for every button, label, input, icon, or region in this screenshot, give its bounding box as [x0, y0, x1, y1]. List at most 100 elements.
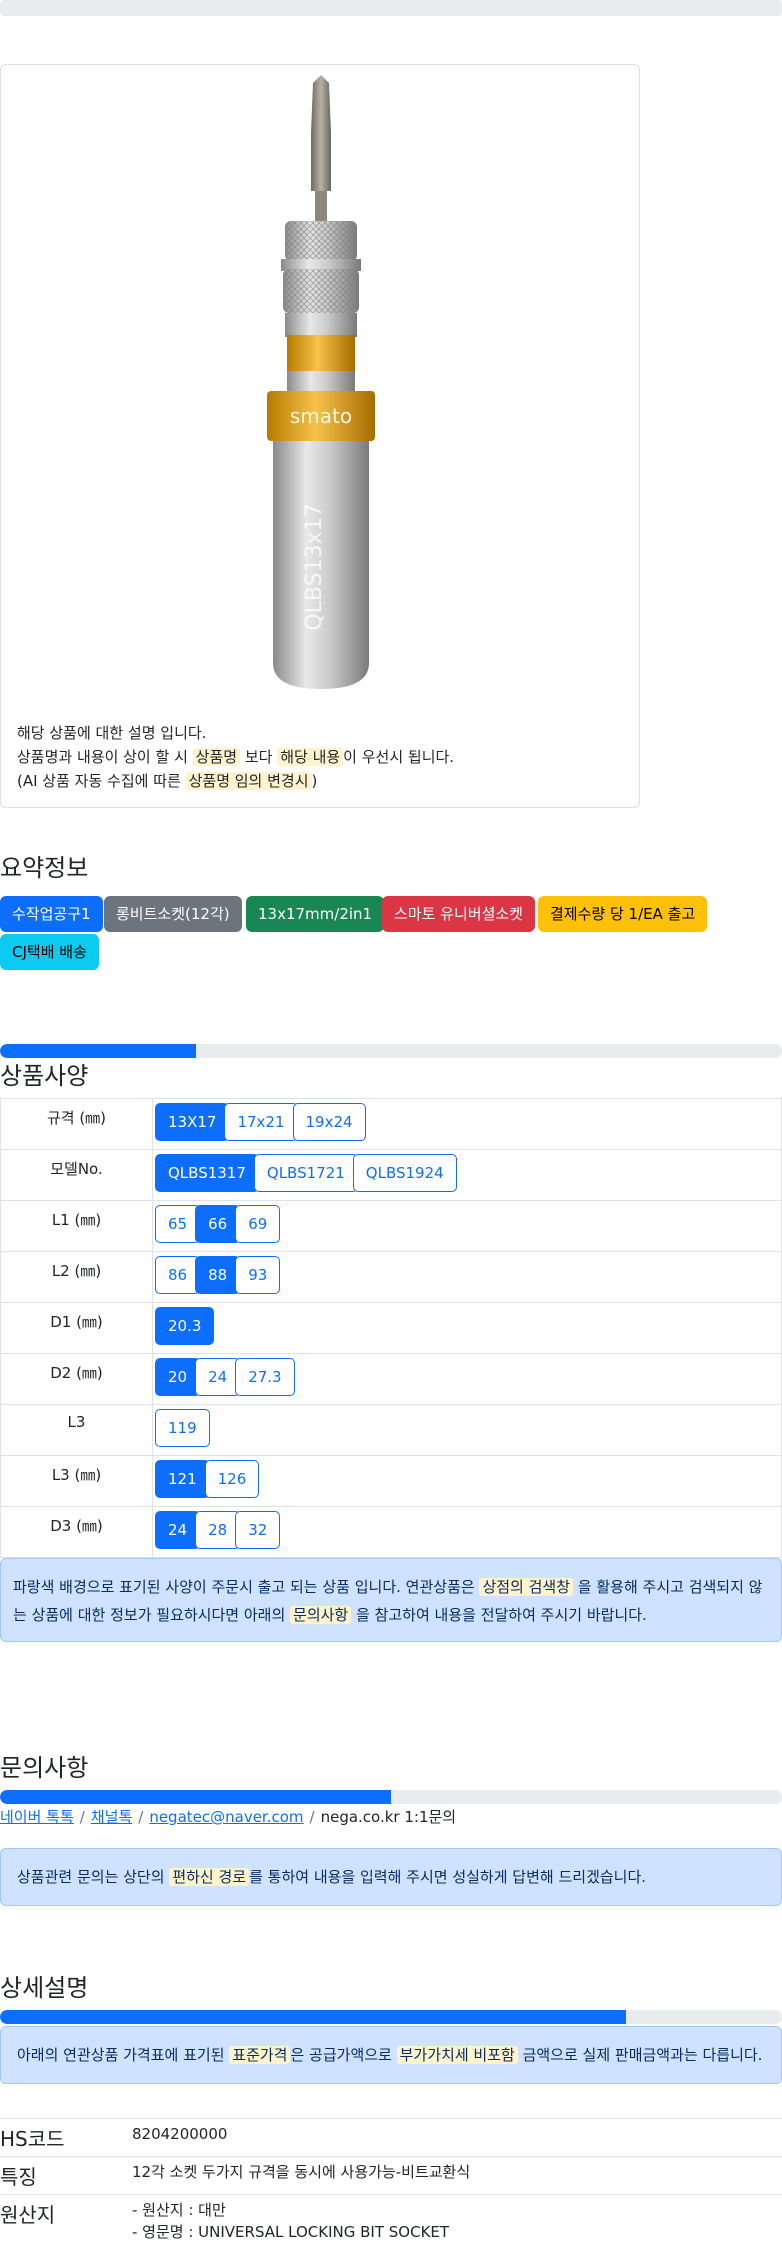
spec-option-button[interactable]: 28	[195, 1511, 240, 1549]
highlight-text: 문의사항	[290, 1606, 351, 1624]
contact-text: nega.co.kr 1:1문의	[321, 1808, 457, 1826]
contact-link[interactable]: 네이버 톡톡	[0, 1808, 74, 1826]
contact-link[interactable]: negatec@naver.com	[149, 1808, 303, 1826]
inquiry-progress	[0, 1790, 782, 1804]
detail-info-table: HS코드8204200000특징12각 소켓 두가지 규격을 동시에 사용가능-…	[0, 2118, 782, 2247]
text-segment: 를 통하여 내용을 입력해 주시면 성실하게 답변해 드리겠습니다.	[249, 1868, 646, 1886]
info-value: - 원산지 : 대만- 영문명 : UNIVERSAL LOCKING BIT …	[132, 2195, 782, 2247]
spec-option-button[interactable]: 24	[195, 1358, 240, 1396]
spec-option-button[interactable]: 13X17	[155, 1103, 229, 1141]
highlight-text: 상품명 임의 변경시	[186, 772, 312, 790]
spec-option-button[interactable]: 66	[195, 1205, 240, 1243]
product-card: smato QLBS13x17 해당 상품에 대한 설명 입니다. 상품명과 내용…	[0, 64, 640, 808]
spec-table: 규격 (㎜)13X1717x2119x24모델No.QLBS1317QLBS17…	[0, 1098, 782, 1558]
spec-options: 868893	[153, 1252, 782, 1303]
text-segment: 아래의 연관상품 가격표에 표기된	[17, 2046, 229, 2064]
info-value-line: 8204200000	[132, 2123, 782, 2145]
spec-option-button[interactable]: QLBS1317	[155, 1154, 259, 1192]
info-key: HS코드	[0, 2119, 132, 2157]
text-segment: )	[312, 772, 318, 790]
summary-badge: 수작업공구1	[0, 896, 103, 932]
size-engraving: QLBS13x17	[302, 503, 327, 630]
spec-row: D3 (㎜)242832	[1, 1507, 782, 1558]
spec-option-button[interactable]: QLBS1924	[353, 1154, 457, 1192]
spec-option-button[interactable]: 69	[235, 1205, 280, 1243]
spec-label: L3 (㎜)	[1, 1456, 153, 1507]
text-segment: 상품명과 내용이 상이 할 시	[17, 748, 193, 766]
breadcrumb-separator: /	[132, 1808, 149, 1826]
spec-options: 242832	[153, 1507, 782, 1558]
info-key: 원산지	[0, 2195, 132, 2247]
spec-options: 20.3	[153, 1303, 782, 1354]
summary-badge: CJ택배 배송	[0, 934, 99, 970]
spec-option-button[interactable]: 32	[235, 1511, 280, 1549]
spec-option-button[interactable]: 20	[155, 1358, 200, 1396]
top-progress-bar	[0, 0, 782, 16]
spec-row: D1 (㎜)20.3	[1, 1303, 782, 1354]
info-key: 특징	[0, 2157, 132, 2195]
spec-label: L2 (㎜)	[1, 1252, 153, 1303]
spec-option-button[interactable]: 17x21	[224, 1103, 297, 1141]
spec-option-button[interactable]: 121	[155, 1460, 210, 1498]
description-line: 해당 상품에 대한 설명 입니다.	[17, 721, 454, 745]
text-segment: 이 우선시 됩니다.	[343, 748, 454, 766]
spec-options: QLBS1317QLBS1721QLBS1924	[153, 1150, 782, 1201]
text-segment: 는 상품에 대한 정보가 필요하시다면 아래의	[13, 1606, 290, 1624]
notice-line: 파랑색 배경으로 표기된 사양이 주문시 출고 되는 상품 입니다. 연관상품은…	[13, 1573, 769, 1601]
summary-badge: 결제수량 당 1/EA 출고	[538, 896, 707, 932]
highlight-text: 상점의 검색창	[479, 1578, 573, 1596]
spec-option-button[interactable]: 65	[155, 1205, 200, 1243]
spec-label: D1 (㎜)	[1, 1303, 153, 1354]
contact-link[interactable]: 채널톡	[91, 1808, 132, 1826]
notice-line: 는 상품에 대한 정보가 필요하시다면 아래의 문의사항 을 참고하여 내용을 …	[13, 1601, 769, 1629]
spec-option-button[interactable]: QLBS1721	[254, 1154, 358, 1192]
spec-label: D2 (㎜)	[1, 1354, 153, 1405]
info-row: 원산지- 원산지 : 대만- 영문명 : UNIVERSAL LOCKING B…	[0, 2195, 782, 2247]
spec-row: 모델No.QLBS1317QLBS1721QLBS1924	[1, 1150, 782, 1201]
spec-options: 119	[153, 1405, 782, 1456]
inquiry-notice: 상품관련 문의는 상단의 편하신 경로를 통하여 내용을 입력해 주시면 성실하…	[0, 1848, 782, 1906]
info-value: 12각 소켓 두가지 규격을 동시에 사용가능-비트교환식	[132, 2157, 782, 2195]
spec-title: 상품사양	[0, 1056, 88, 1091]
text-segment: 금액으로 실제 판매금액과는 다릅니다.	[518, 2046, 763, 2064]
spec-options: 13X1717x2119x24	[153, 1099, 782, 1150]
spec-label: 규격 (㎜)	[1, 1099, 153, 1150]
info-value-line: 12각 소켓 두가지 규격을 동시에 사용가능-비트교환식	[132, 2161, 782, 2183]
spec-row: L3119	[1, 1405, 782, 1456]
spec-option-button[interactable]: 27.3	[235, 1358, 294, 1396]
breadcrumb-separator: /	[304, 1808, 321, 1826]
description-line: (AI 상품 자동 수집에 따른 상품명 임의 변경시)	[17, 769, 454, 793]
spec-row: 규격 (㎜)13X1717x2119x24	[1, 1099, 782, 1150]
spec-option-button[interactable]: 126	[205, 1460, 260, 1498]
text-segment: 을 활용해 주시고 검색되지 않	[573, 1578, 762, 1596]
spec-option-button[interactable]: 19x24	[293, 1103, 366, 1141]
info-value-line: - 원산지 : 대만	[132, 2199, 782, 2221]
spec-progress	[0, 1044, 782, 1058]
brand-engraving: smato	[290, 404, 352, 428]
detail-notice: 아래의 연관상품 가격표에 표기된 표준가격은 공급가액으로 부가가치세 비포함…	[0, 2026, 782, 2084]
breadcrumb-separator: /	[74, 1808, 91, 1826]
text-segment: 상품관련 문의는 상단의	[17, 1868, 169, 1886]
summary-badge: 스마토 유니버셜소켓	[382, 896, 535, 932]
spec-label: L3	[1, 1405, 153, 1456]
spec-notice: 파랑색 배경으로 표기된 사양이 주문시 출고 되는 상품 입니다. 연관상품은…	[0, 1558, 782, 1642]
highlight-text: 해당 내용	[277, 748, 343, 766]
info-value-line: - 영문명 : UNIVERSAL LOCKING BIT SOCKET	[132, 2221, 782, 2243]
spec-option-button[interactable]: 88	[195, 1256, 240, 1294]
text-segment: 보다	[240, 748, 277, 766]
spec-option-button[interactable]: 93	[235, 1256, 280, 1294]
info-value: 8204200000	[132, 2119, 782, 2157]
spec-option-button[interactable]: 20.3	[155, 1307, 214, 1345]
product-description: 해당 상품에 대한 설명 입니다.상품명과 내용이 상이 할 시 상품명 보다 …	[17, 721, 454, 793]
spec-option-button[interactable]: 119	[155, 1409, 210, 1447]
spec-option-button[interactable]: 24	[155, 1511, 200, 1549]
highlight-text: 표준가격	[229, 2046, 290, 2064]
highlight-text: 편하신 경로	[169, 1868, 249, 1886]
spec-options: 202427.3	[153, 1354, 782, 1405]
detail-title: 상세설명	[0, 1968, 88, 2003]
spec-option-button[interactable]: 86	[155, 1256, 200, 1294]
text-segment: 해당 상품에 대한 설명 입니다.	[17, 724, 206, 742]
info-row: HS코드8204200000	[0, 2119, 782, 2157]
spec-options: 121126	[153, 1456, 782, 1507]
inquiry-links: 네이버 톡톡/채널톡/negatec@naver.com/nega.co.kr …	[0, 1806, 456, 1827]
